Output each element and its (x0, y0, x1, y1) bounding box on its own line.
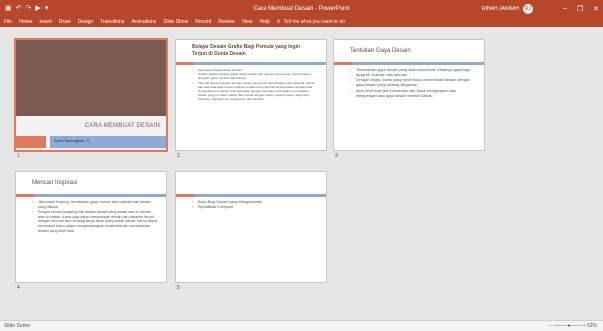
restore-icon[interactable]: ❐ (577, 5, 583, 13)
save-icon[interactable]: ▣ (5, 5, 12, 12)
tab-record[interactable]: Record (195, 19, 211, 25)
tab-slide-show[interactable]: Slide Show (163, 19, 188, 25)
slide-2-accent-bar (176, 62, 326, 65)
slide-sorter: CARA MEMBUAT DESAIN Ariel Pamungkas, S 1… (0, 27, 603, 320)
slide-4-title: Mencari Inspirasi (32, 180, 78, 186)
list-item: Akan lebih baik jika mendesain dari foku… (350, 89, 476, 99)
slide-number: 1 (17, 153, 20, 159)
list-item: Ketahui dahulu tentang dasar-dasar desai… (192, 72, 318, 80)
slide-5-accent-bar (176, 194, 326, 197)
user-name: RINAH JANNAH (482, 5, 519, 12)
list-item: Pengetahuan tentang hal di atas akan san… (192, 89, 318, 102)
tab-view[interactable]: View (242, 19, 253, 25)
slide-1-title: CARA MEMBUAT DESAIN (84, 123, 160, 129)
slide-5-bullets: Baca Blog Desain yang Menginspirasi Spes… (192, 200, 318, 210)
slide-thumbnail-1[interactable]: CARA MEMBUAT DESAIN Ariel Pamungkas, S 1 (16, 40, 166, 159)
account-area[interactable]: RINAH JANNAH RJ (482, 0, 533, 17)
slide-thumbnail-4[interactable]: Mencari Inspirasi Jika masih bingung, te… (16, 172, 166, 291)
slide-3-accent-bar (334, 62, 484, 65)
list-item: Dengan begitu, kamu yang harus fokus men… (350, 78, 476, 88)
slide-4-bullets: Jika masih bingung, temukanlah gaya, war… (32, 200, 158, 234)
tab-file[interactable]: File (4, 19, 12, 25)
list-item: Pelajari secara langsung dari desain-des… (32, 210, 158, 234)
list-item: Spesifikasi Komputer (192, 205, 318, 210)
present-icon[interactable]: ▶ (35, 5, 40, 12)
avatar[interactable]: RJ (523, 3, 533, 14)
slide-thumbnail-2[interactable]: Belajar Desain Grafis Bagi Pemula yang I… (176, 40, 326, 159)
lightbulb-icon: ⚲ (276, 19, 281, 25)
slide-1-subtitle: Ariel Pamungkas, S (54, 138, 90, 143)
undo-icon[interactable]: ↶ (16, 5, 22, 12)
slide-1-accent-bar (16, 136, 46, 148)
tab-draw[interactable]: Draw (59, 19, 71, 25)
zoom-slider[interactable]: − ────●─── + 52% (549, 323, 597, 329)
slide-number: 2 (177, 153, 180, 159)
tab-insert[interactable]: Insert (39, 19, 52, 25)
slide-number: 4 (17, 285, 20, 291)
slide-3-bullets: Tentukanlah gaya desain yang akan kamu b… (350, 68, 476, 99)
tab-help[interactable]: Help (259, 19, 269, 25)
slide-3-canvas: Tentukan Gaya Desain Tentukanlah gaya de… (334, 40, 484, 150)
list-item: Tentukanlah gaya desain yang akan kamu b… (350, 68, 476, 78)
zoom-control[interactable]: − ────●─── + 52% (549, 323, 597, 329)
window-controls: – ❐ ✕ (563, 0, 599, 17)
tab-design[interactable]: Design (78, 19, 94, 25)
list-item: Jika masih bingung, temukanlah gaya, war… (32, 200, 158, 210)
status-view-label: Slide Sorter (4, 323, 31, 329)
slide-4-accent-bar (16, 194, 166, 197)
minimize-icon[interactable]: – (563, 5, 567, 12)
slide-1-canvas: CARA MEMBUAT DESAIN Ariel Pamungkas, S (16, 40, 166, 150)
tab-animations[interactable]: Animations (131, 19, 156, 25)
slide-4-canvas: Mencari Inspirasi Jika masih bingung, te… (16, 172, 166, 282)
close-icon[interactable]: ✕ (593, 5, 599, 13)
customize-icon[interactable]: ▾ (45, 5, 49, 12)
quick-access-toolbar: ▣ ↶ ↷ ▶ ▾ (0, 5, 48, 12)
redo-icon[interactable]: ↷ (26, 5, 32, 12)
tab-review[interactable]: Review (218, 19, 234, 25)
slide-2-title: Belajar Desain Grafis Bagi Pemula yang I… (192, 44, 301, 57)
tab-home[interactable]: Home (19, 19, 32, 25)
slide-2-bullets: Memahami Dasar-dasar Desain Ketahui dahu… (192, 68, 318, 101)
slide-3-title: Tentukan Gaya Desain (350, 48, 411, 54)
tell-me-text: Tell me what you want to do (283, 19, 346, 25)
slide-thumbnail-3[interactable]: Tentukan Gaya Desain Tentukanlah gaya de… (334, 40, 484, 159)
slide-thumbnail-5[interactable]: Baca Blog Desain yang Menginspirasi Spes… (176, 172, 326, 291)
slide-number: 5 (177, 285, 180, 291)
list-item: Tiga hal utama di dalam elemen desain ya… (192, 81, 318, 89)
tab-transitions[interactable]: Transitions (100, 19, 124, 25)
status-bar: Slide Sorter − ────●─── + 52% (0, 320, 603, 331)
slide-2-canvas: Belajar Desain Grafis Bagi Pemula yang I… (176, 40, 326, 150)
slide-number: 3 (335, 153, 338, 159)
ribbon-tabs: File Home Insert Draw Design Transitions… (0, 17, 603, 27)
tell-me-box[interactable]: ⚲ Tell me what you want to do (277, 19, 345, 25)
slide-5-canvas: Baca Blog Desain yang Menginspirasi Spes… (176, 172, 326, 282)
title-bar: ▣ ↶ ↷ ▶ ▾ Cara Membuat Desain - PowerPoi… (0, 0, 603, 17)
